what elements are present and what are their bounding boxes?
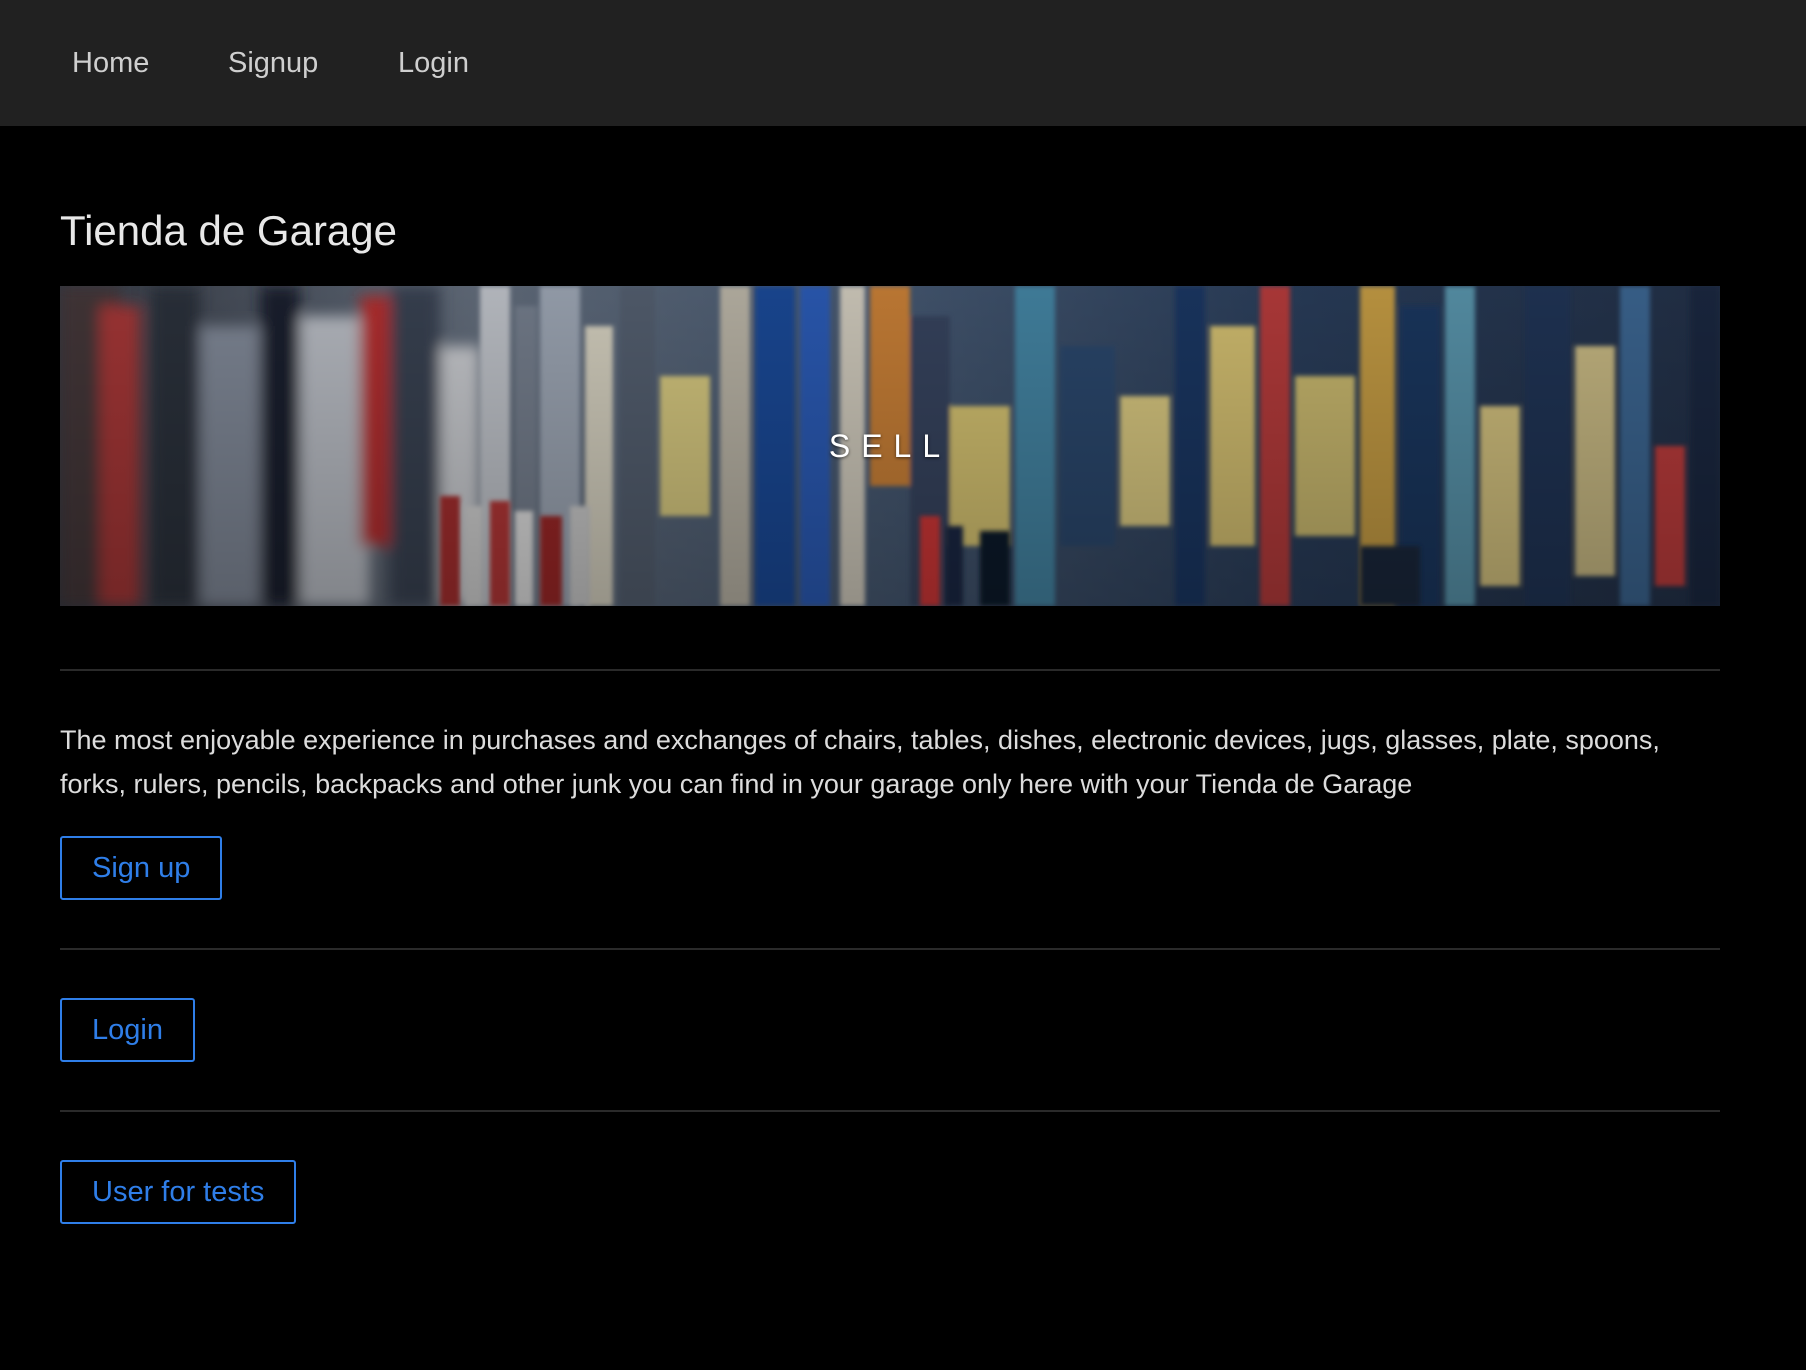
page-title: Tienda de Garage <box>60 207 398 254</box>
nav-home-link[interactable]: Home <box>72 0 149 126</box>
login-button[interactable]: Login <box>60 998 195 1062</box>
nav-login-link[interactable]: Login <box>398 0 469 126</box>
banner-caption: SELL <box>828 428 952 464</box>
section-divider <box>60 669 1720 671</box>
section-divider <box>60 1110 1720 1112</box>
test-user-button[interactable]: User for tests <box>60 1160 297 1224</box>
top-navbar: Home Signup Login <box>0 0 1806 126</box>
hero-banner-image: SELL <box>60 286 1720 606</box>
section-divider <box>60 948 1720 950</box>
signup-button[interactable]: Sign up <box>60 836 223 900</box>
nav-signup-link[interactable]: Signup <box>228 0 318 126</box>
site-description: The most enjoyable experience in purchas… <box>60 725 1660 799</box>
